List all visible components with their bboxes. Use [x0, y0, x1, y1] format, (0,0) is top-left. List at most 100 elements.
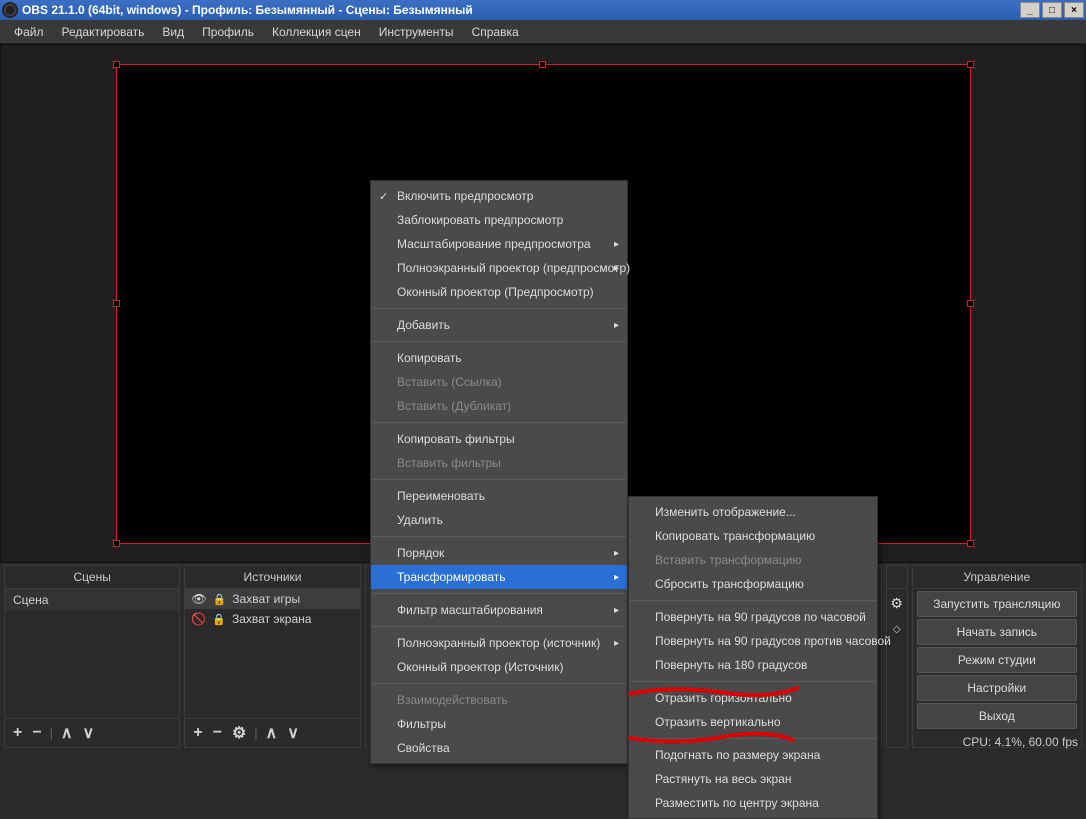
resize-handle[interactable]: [113, 61, 120, 68]
status-text: CPU: 4.1%, 60.00 fps: [963, 735, 1078, 749]
resize-handle[interactable]: [539, 61, 546, 68]
context-menu-item[interactable]: Порядок▸: [371, 541, 627, 565]
scene-item[interactable]: Сцена: [5, 589, 179, 611]
start-stream-button[interactable]: Запустить трансляцию: [917, 591, 1077, 617]
visibility-icon[interactable]: 👁: [191, 592, 206, 606]
menu-view[interactable]: Вид: [154, 22, 192, 42]
menu-scene-collection[interactable]: Коллекция сцен: [264, 22, 369, 42]
resize-handle[interactable]: [967, 61, 974, 68]
context-menu-item[interactable]: Сбросить трансформацию: [629, 572, 877, 596]
menu-item-label: Вставить (Ссылка): [397, 375, 502, 389]
menu-item-label: Разместить по центру экрана: [655, 796, 819, 810]
scenes-panel: Сцены Сцена + − | ∧ ∨: [4, 565, 180, 748]
menu-separator: [372, 593, 626, 594]
context-menu-item[interactable]: Повернуть на 90 градусов против часовой: [629, 629, 877, 653]
source-settings-button[interactable]: ⚙: [230, 723, 248, 743]
visibility-off-icon[interactable]: 🚫: [191, 612, 206, 626]
menu-item-label: Вставить фильтры: [397, 456, 501, 470]
context-menu-item[interactable]: Копировать трансформацию: [629, 524, 877, 548]
resize-handle[interactable]: [113, 300, 120, 307]
context-menu-item[interactable]: Подогнать по размеру экрана: [629, 743, 877, 767]
add-source-button[interactable]: +: [191, 724, 204, 742]
menu-item-label: Подогнать по размеру экрана: [655, 748, 820, 762]
context-menu-item[interactable]: Фильтр масштабирования▸: [371, 598, 627, 622]
context-menu-item[interactable]: Переименовать: [371, 484, 627, 508]
submenu-arrow-icon: ▸: [614, 263, 619, 274]
source-down-button[interactable]: ∨: [285, 723, 301, 743]
menu-item-label: Вставить (Дубликат): [397, 399, 511, 413]
maximize-button[interactable]: □: [1042, 2, 1062, 18]
start-record-button[interactable]: Начать запись: [917, 619, 1077, 645]
context-menu-item: Взаимодействовать: [371, 688, 627, 712]
lock-icon[interactable]: 🔒: [213, 593, 227, 606]
scene-up-button[interactable]: ∧: [59, 723, 75, 743]
menu-item-label: Копировать фильтры: [397, 432, 515, 446]
menu-item-label: Заблокировать предпросмотр: [397, 213, 563, 227]
source-label: Захват экрана: [232, 612, 311, 626]
context-menu-item[interactable]: Заблокировать предпросмотр: [371, 208, 627, 232]
menu-item-label: Повернуть на 180 градусов: [655, 658, 807, 672]
context-menu-item[interactable]: Оконный проектор (Предпросмотр): [371, 280, 627, 304]
menu-file[interactable]: Файл: [6, 22, 52, 42]
studio-mode-button[interactable]: Режим студии: [917, 647, 1077, 673]
context-menu-item[interactable]: Трансформировать▸: [371, 565, 627, 589]
context-menu-item[interactable]: Добавить▸: [371, 313, 627, 337]
menu-help[interactable]: Справка: [464, 22, 527, 42]
check-icon: ✓: [379, 190, 388, 203]
context-menu-item[interactable]: Разместить по центру экрана: [629, 791, 877, 815]
context-menu-item[interactable]: Масштабирование предпросмотра▸: [371, 232, 627, 256]
resize-handle[interactable]: [967, 300, 974, 307]
context-menu-item[interactable]: Полноэкранный проектор (источник)▸: [371, 631, 627, 655]
source-up-button[interactable]: ∧: [264, 723, 280, 743]
context-menu-item[interactable]: Повернуть на 90 градусов по часовой: [629, 605, 877, 629]
context-menu-item[interactable]: Свойства: [371, 736, 627, 760]
add-scene-button[interactable]: +: [11, 724, 24, 742]
transitions-panel: ⚙ ◇: [886, 565, 908, 748]
context-menu-item[interactable]: Растянуть на весь экран: [629, 767, 877, 791]
menu-item-label: Отразить вертикально: [655, 715, 781, 729]
context-menu-item[interactable]: Повернуть на 180 градусов: [629, 653, 877, 677]
submenu-arrow-icon: ▸: [614, 548, 619, 559]
resize-handle[interactable]: [113, 540, 120, 547]
app-icon: [2, 2, 18, 18]
lock-icon[interactable]: 🔒: [212, 613, 226, 626]
context-menu-item[interactable]: Копировать фильтры: [371, 427, 627, 451]
menu-profile[interactable]: Профиль: [194, 22, 262, 42]
source-item[interactable]: 👁 🔒 Захват игры: [185, 589, 359, 609]
menu-item-label: Сбросить трансформацию: [655, 577, 804, 591]
menu-edit[interactable]: Редактировать: [54, 22, 153, 42]
context-menu-item[interactable]: Изменить отображение...: [629, 500, 877, 524]
menu-tools[interactable]: Инструменты: [371, 22, 462, 42]
close-button[interactable]: ×: [1064, 2, 1084, 18]
minimize-button[interactable]: _: [1020, 2, 1040, 18]
menu-item-label: Включить предпросмотр: [397, 189, 533, 203]
context-menu-item: Вставить (Дубликат): [371, 394, 627, 418]
scene-down-button[interactable]: ∨: [81, 723, 97, 743]
exit-button[interactable]: Выход: [917, 703, 1077, 729]
context-menu-item[interactable]: ✓ Включить предпросмотр: [371, 184, 627, 208]
context-menu-item: Вставить (Ссылка): [371, 370, 627, 394]
menu-item-label: Фильтры: [397, 717, 446, 731]
menu-separator: [630, 600, 876, 601]
context-menu-item[interactable]: Фильтры: [371, 712, 627, 736]
submenu-arrow-icon: ▸: [614, 320, 619, 331]
context-menu: ✓ Включить предпросмотр Заблокировать пред…: [370, 180, 628, 764]
context-menu-item[interactable]: Оконный проектор (Источник): [371, 655, 627, 679]
menu-separator: [372, 536, 626, 537]
context-menu-item[interactable]: Отразить вертикально: [629, 710, 877, 734]
context-menu-item[interactable]: Полноэкранный проектор (предпросмотр)▸: [371, 256, 627, 280]
menu-separator: [630, 681, 876, 682]
menu-item-label: Повернуть на 90 градусов по часовой: [655, 610, 866, 624]
resize-handle[interactable]: [967, 540, 974, 547]
context-menu-item[interactable]: Удалить: [371, 508, 627, 532]
remove-source-button[interactable]: −: [211, 724, 224, 742]
remove-scene-button[interactable]: −: [30, 724, 43, 742]
settings-button[interactable]: Настройки: [917, 675, 1077, 701]
menubar: Файл Редактировать Вид Профиль Коллекция…: [0, 20, 1086, 44]
context-menu-item[interactable]: Копировать: [371, 346, 627, 370]
menu-item-label: Изменить отображение...: [655, 505, 796, 519]
transition-settings-icon[interactable]: ⚙: [887, 589, 907, 618]
menu-item-label: Копировать: [397, 351, 462, 365]
context-menu-item[interactable]: Отразить горизонтально: [629, 686, 877, 710]
source-item[interactable]: 🚫 🔒 Захват экрана: [185, 609, 359, 629]
